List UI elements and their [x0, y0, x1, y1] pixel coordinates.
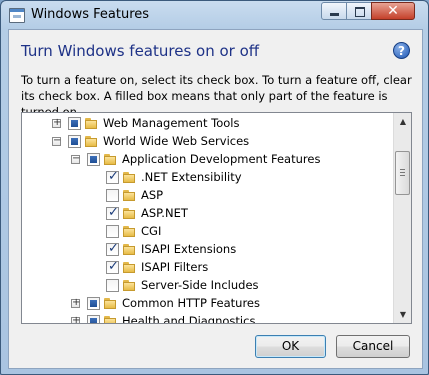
folder-icon [84, 117, 98, 130]
feature-checkbox[interactable] [106, 225, 119, 238]
tree-item[interactable]: ASP [22, 186, 392, 204]
scroll-up-arrow-icon[interactable]: ▲ [394, 113, 411, 130]
tree-item-label: Server-Side Includes [141, 278, 259, 292]
checkmark-icon: ✓ [108, 241, 119, 256]
vertical-scrollbar[interactable]: ▲ ▼ [393, 113, 411, 323]
folder-icon [84, 135, 98, 148]
checkmark-icon: ✓ [108, 169, 119, 184]
tree-item[interactable]: Server-Side Includes [22, 276, 392, 294]
feature-checkbox[interactable]: ✓ [106, 259, 119, 274]
cancel-button[interactable]: Cancel [336, 335, 410, 358]
feature-checkbox[interactable] [87, 315, 100, 323]
tree-item[interactable]: ✓ ASP.NET [22, 204, 392, 222]
close-icon: ✕ [387, 3, 399, 19]
minimize-icon [330, 13, 339, 16]
folder-icon [122, 207, 136, 220]
folder-icon [122, 243, 136, 256]
window-title: Windows Features [31, 7, 150, 22]
tree-item[interactable]: + Common HTTP Features [22, 294, 392, 312]
tree-item[interactable]: ✓ ISAPI Extensions [22, 240, 392, 258]
tree-item-label: ASP [141, 188, 164, 202]
features-tree[interactable]: + Web Management Tools − World Wide Web Ser… [21, 112, 412, 324]
tree-item[interactable]: ✓ ISAPI Filters [22, 258, 392, 276]
folder-icon [122, 171, 136, 184]
folder-icon [122, 261, 136, 274]
collapse-icon[interactable]: − [52, 135, 61, 146]
folder-icon [122, 189, 136, 202]
tree-item[interactable]: − Application Development Features [22, 150, 392, 168]
dialog-window: Windows Features ✕ Turn Windows features… [0, 0, 429, 375]
close-button[interactable]: ✕ [371, 2, 415, 20]
folder-icon [103, 297, 117, 310]
folder-icon [103, 315, 117, 323]
maximize-icon [355, 7, 365, 17]
collapse-icon[interactable]: − [71, 153, 80, 164]
expand-icon[interactable]: + [71, 297, 80, 308]
windows-features-icon [9, 8, 25, 23]
dialog-client-area: Turn Windows features on or off ? To tur… [8, 29, 423, 369]
tree-item-label: CGI [141, 224, 162, 238]
tree-item-label: Common HTTP Features [122, 296, 260, 310]
thumb-grip-line [400, 172, 405, 173]
feature-checkbox[interactable] [106, 279, 119, 292]
thumb-grip-line [400, 169, 405, 170]
tree-item-label: ISAPI Filters [141, 260, 209, 274]
scrollbar-thumb[interactable] [395, 151, 410, 195]
tree-item[interactable]: + Health and Diagnostics [22, 312, 392, 324]
thumb-grip-line [400, 175, 405, 176]
checkmark-icon: ✓ [108, 259, 119, 274]
expand-icon[interactable]: + [52, 117, 61, 128]
feature-checkbox[interactable]: ✓ [106, 205, 119, 220]
help-icon[interactable]: ? [393, 42, 410, 59]
folder-icon [122, 225, 136, 238]
tree-item-label: ASP.NET [141, 206, 188, 220]
feature-checkbox[interactable] [68, 117, 81, 130]
maximize-button[interactable] [346, 2, 372, 20]
feature-checkbox[interactable] [106, 189, 119, 202]
minimize-button[interactable] [321, 2, 347, 20]
feature-checkbox[interactable] [87, 153, 100, 166]
feature-checkbox[interactable]: ✓ [106, 241, 119, 256]
scroll-down-arrow-icon[interactable]: ▼ [394, 306, 411, 323]
expand-icon[interactable]: + [71, 315, 80, 323]
dialog-heading: Turn Windows features on or off [21, 42, 260, 60]
tree-item-label: Health and Diagnostics [122, 314, 256, 324]
tree-item-label: Web Management Tools [103, 116, 240, 130]
folder-icon [122, 279, 136, 292]
feature-checkbox[interactable]: ✓ [106, 169, 119, 184]
tree-item[interactable]: + Web Management Tools [22, 114, 392, 132]
tree-item-label: .NET Extensibility [141, 170, 242, 184]
tree-item-label: ISAPI Extensions [141, 242, 237, 256]
tree-item[interactable]: − World Wide Web Services [22, 132, 392, 150]
tree-item-label: Application Development Features [122, 152, 321, 166]
tree-item[interactable]: ✓ .NET Extensibility [22, 168, 392, 186]
ok-button[interactable]: OK [255, 335, 326, 358]
feature-checkbox[interactable] [68, 135, 81, 148]
feature-checkbox[interactable] [87, 297, 100, 310]
checkmark-icon: ✓ [108, 205, 119, 220]
folder-icon [103, 153, 117, 166]
title-bar[interactable]: Windows Features ✕ [1, 1, 428, 29]
tree-item-label: World Wide Web Services [103, 134, 250, 148]
tree-item[interactable]: CGI [22, 222, 392, 240]
